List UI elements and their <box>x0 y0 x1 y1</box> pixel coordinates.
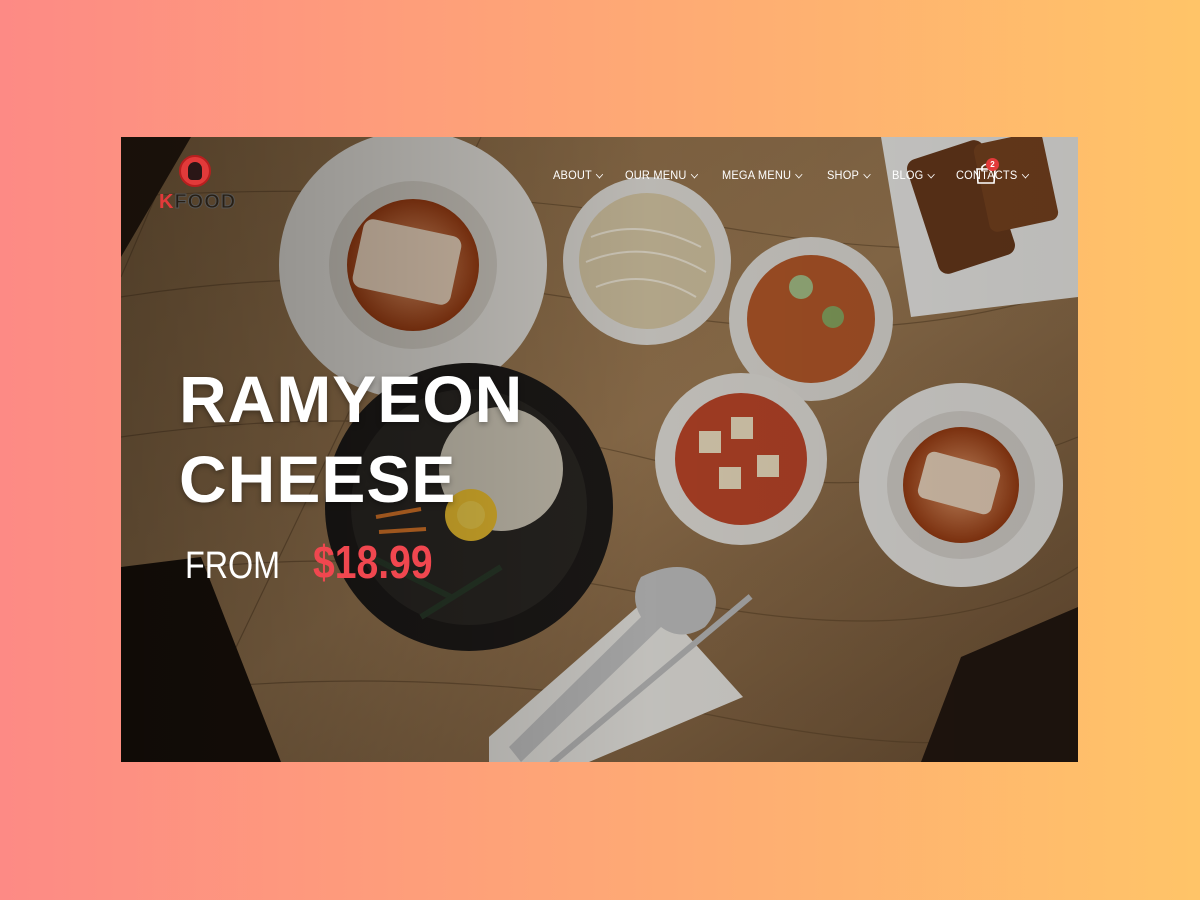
nav-item-blog[interactable]: BLOG <box>892 168 936 182</box>
nav-item-our-menu[interactable]: OUR MENU <box>625 168 699 182</box>
hero-price-line: FROM $18.99 <box>185 535 454 589</box>
chevron-down-icon <box>1021 170 1030 178</box>
logo-mascot-icon <box>179 155 211 187</box>
site-logo[interactable]: KFOOD <box>159 153 239 217</box>
hero-slider: KFOOD ABOUT OUR MENU MEGA MENU SHOP BLOG… <box>121 137 1078 762</box>
nav-item-mega-menu[interactable]: MEGA MENU <box>722 168 803 182</box>
chevron-down-icon <box>863 170 871 178</box>
cart-count-badge: 2 <box>986 158 999 171</box>
logo-wordmark: KFOOD <box>159 191 237 214</box>
chevron-down-icon <box>691 170 699 178</box>
cart-button[interactable]: 2 <box>974 158 999 185</box>
chevron-down-icon <box>927 170 936 178</box>
hero-title-line-2: CHEESE <box>179 442 457 516</box>
chevron-down-icon <box>596 170 604 178</box>
hero-title: RAMYEON CHEESE <box>179 359 523 519</box>
chevron-down-icon <box>795 170 803 178</box>
hero-title-line-1: RAMYEON <box>179 362 524 436</box>
nav-item-shop[interactable]: SHOP <box>827 168 871 182</box>
nav-item-about[interactable]: ABOUT <box>553 168 604 182</box>
hero-price: $18.99 <box>312 536 433 588</box>
from-label: FROM <box>185 545 281 587</box>
